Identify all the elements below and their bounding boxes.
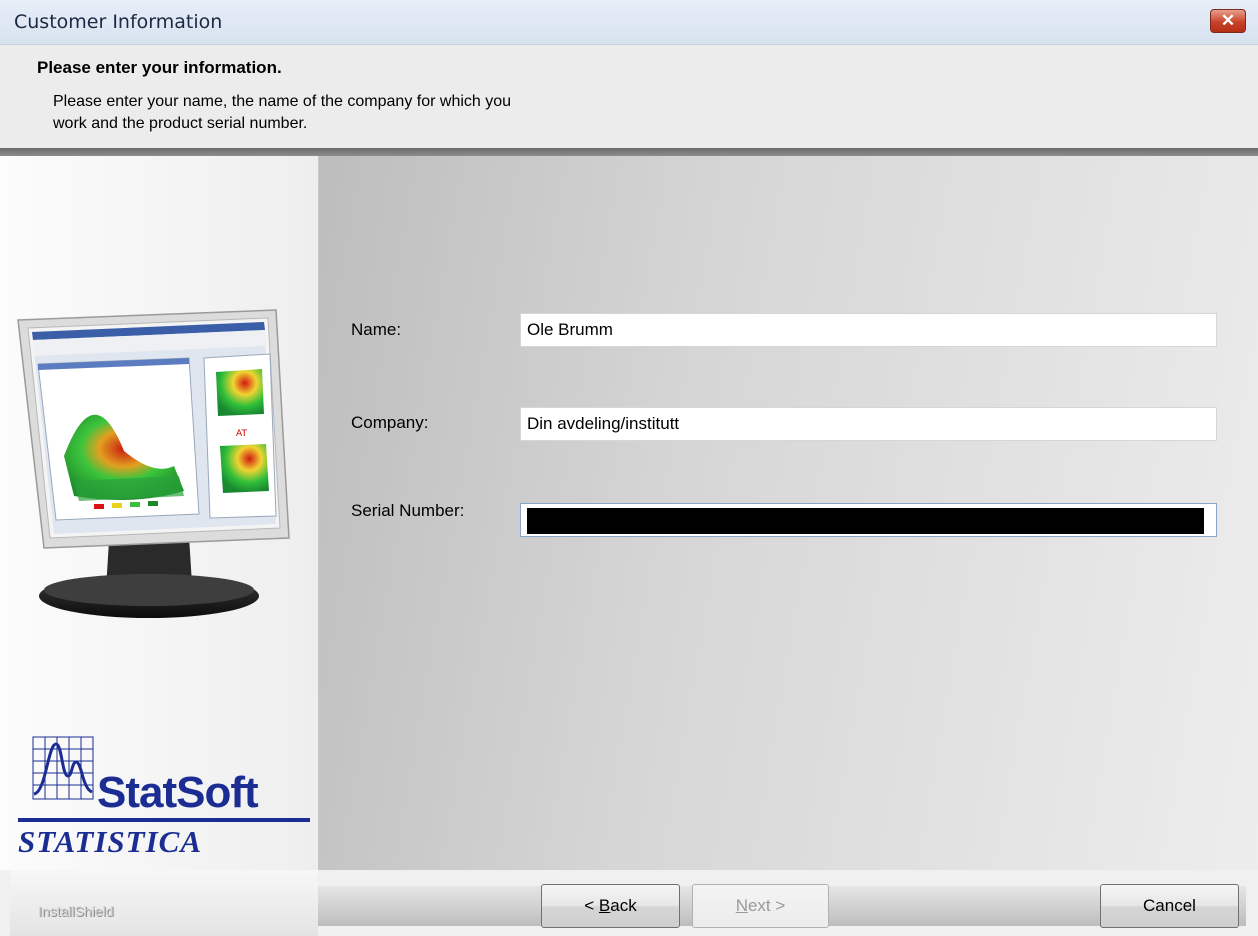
company-label: Company: xyxy=(351,413,429,432)
company-value: Din avdeling/institutt xyxy=(527,414,680,433)
cancel-button[interactable]: Cancel xyxy=(1100,884,1239,928)
window-title: Customer Information xyxy=(14,11,223,33)
serial-redaction xyxy=(527,508,1204,534)
back-button[interactable]: < Back xyxy=(541,884,680,928)
next-button[interactable]: Next > xyxy=(692,884,829,928)
logo-statistica: STATISTICA xyxy=(18,824,203,859)
company-field[interactable]: Din avdeling/institutt xyxy=(520,407,1217,441)
header-divider xyxy=(0,148,1258,156)
logo-divider xyxy=(18,818,310,822)
header-title: Please enter your information. xyxy=(37,58,282,77)
monitor-illustration: AT xyxy=(17,309,290,618)
cancel-label: Cancel xyxy=(1143,896,1196,915)
header-description: Please enter your name, the name of the … xyxy=(53,91,673,135)
svg-text:AT: AT xyxy=(236,429,247,439)
close-button[interactable]: ✕ xyxy=(1210,9,1246,33)
header-description-line2: work and the product serial number. xyxy=(53,115,308,132)
installshield-label: InstallShield xyxy=(38,903,114,919)
left-panel: AT StatSoft STATISTICA xyxy=(0,156,319,870)
name-value: Ole Brumm xyxy=(527,320,613,339)
header-band: Please enter your information. Please en… xyxy=(0,45,1258,148)
name-label: Name: xyxy=(351,320,402,339)
serial-label: Serial Number: xyxy=(351,501,465,520)
logo-statsoft: StatSoft xyxy=(97,768,259,817)
statsoft-logo-icon xyxy=(32,736,94,800)
back-accelerator: B xyxy=(598,896,611,915)
footer-brand-area: InstallShield xyxy=(10,870,318,936)
header-description-line1: Please enter your name, the name of the … xyxy=(53,93,512,110)
title-bar: Customer Information ✕ xyxy=(0,0,1258,45)
serial-number-field[interactable] xyxy=(520,503,1217,537)
back-prefix: < xyxy=(584,896,599,915)
name-field[interactable]: Ole Brumm xyxy=(520,313,1217,347)
next-label: ext > xyxy=(747,896,786,915)
next-accelerator: N xyxy=(735,896,748,915)
close-icon: ✕ xyxy=(1220,11,1236,30)
footer: InstallShield < Back Next > Cancel xyxy=(0,870,1258,936)
back-label: ack xyxy=(610,896,637,915)
